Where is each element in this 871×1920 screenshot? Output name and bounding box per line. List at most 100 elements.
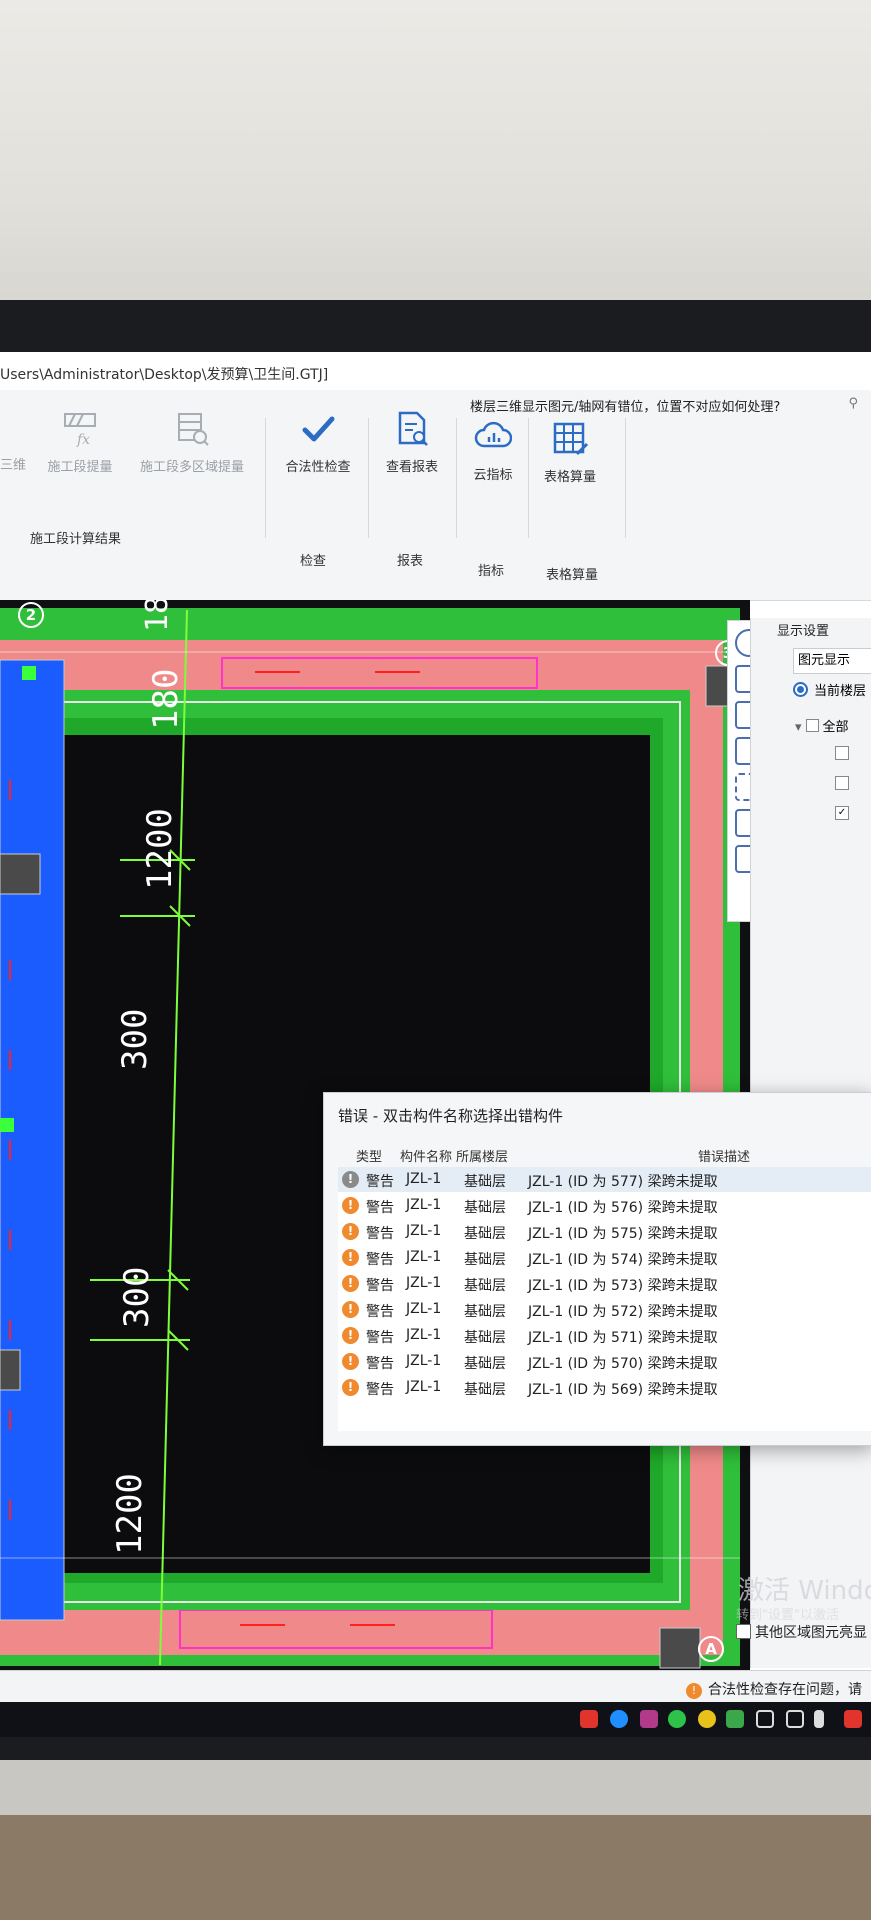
group-label-report: 报表 <box>397 554 424 569</box>
table-row[interactable]: ! 警告 JZL-1 基础层 JZL-1 (ID 为 569) 梁跨未提取 <box>338 1375 871 1400</box>
warning-icon: ! <box>342 1197 359 1214</box>
table-header: 类型 构件名称 所属楼层 错误描述 <box>338 1143 871 1168</box>
ribbon-button-3d[interactable]: 三维 <box>0 454 26 473</box>
tab-element-display[interactable]: 图元显示 <box>793 648 871 674</box>
radio-current-floor[interactable]: 当前楼层 <box>793 680 866 699</box>
ribbon-button-stage-quantity[interactable]: fx 施工段提量 <box>40 410 120 475</box>
col-desc: 错误描述 <box>698 1150 751 1165</box>
row-name[interactable]: JZL-1 <box>406 1301 441 1317</box>
row-floor: 基础层 <box>464 1200 506 1216</box>
ribbon-button-label: 合法性检查 <box>285 460 351 475</box>
row-desc: JZL-1 (ID 为 572) 梁跨未提取 <box>528 1304 718 1320</box>
other-area-highlight-checkbox[interactable]: 其他区域图元亮显 <box>736 1622 867 1642</box>
nvidia-icon[interactable] <box>726 1710 744 1728</box>
table-row[interactable]: ! 警告 JZL-1 基础层 JZL-1 (ID 为 572) 梁跨未提取 <box>338 1297 871 1322</box>
ribbon-button-stage-multi-area[interactable]: 施工段多区域提量 <box>130 410 254 475</box>
cloud-chart-icon <box>474 421 512 448</box>
row-name[interactable]: JZL-1 <box>406 1197 441 1213</box>
tree-checkbox-checked[interactable]: ✓ <box>835 806 849 820</box>
row-desc: JZL-1 (ID 为 574) 梁跨未提取 <box>528 1252 718 1268</box>
row-name[interactable]: JZL-1 <box>406 1379 441 1395</box>
table-row[interactable]: ! 警告 JZL-1 基础层 JZL-1 (ID 为 576) 梁跨未提取 <box>338 1193 871 1218</box>
help-question-text: 楼层三维显示图元/轴网有错位，位置不对应如何处理? <box>470 400 781 415</box>
checkbox-icon <box>736 1624 751 1639</box>
row-name[interactable]: JZL-1 <box>406 1275 441 1291</box>
ribbon-button-label: 查看报表 <box>385 460 438 475</box>
fx-formula-icon: fx <box>64 413 96 448</box>
tray-browser-icon[interactable] <box>610 1710 628 1728</box>
warning-icon: ! <box>342 1379 359 1396</box>
row-floor: 基础层 <box>464 1278 506 1294</box>
activation-watermark-hint: 转到"设置"以激活 <box>736 1608 839 1623</box>
status-text: 合法性检查存在问题，请 <box>708 1682 862 1698</box>
search-icon[interactable]: ⚲ <box>848 396 858 411</box>
tree-checkbox[interactable] <box>835 776 849 790</box>
row-type: 警告 <box>366 1252 394 1268</box>
ribbon-button-legality-check[interactable]: 合法性检查 <box>275 410 361 475</box>
tray-app-icon[interactable] <box>640 1710 658 1728</box>
tray-arrow-icon[interactable] <box>814 1710 824 1728</box>
group-label-index: 指标 <box>478 564 505 579</box>
col-floor: 所属楼层 <box>456 1150 509 1165</box>
activation-watermark: 激活 Windo <box>738 1576 871 1606</box>
network-icon[interactable] <box>786 1710 804 1728</box>
table-row[interactable]: ! 警告 JZL-1 基础层 JZL-1 (ID 为 577) 梁跨未提取 <box>338 1167 871 1192</box>
ribbon-divider <box>625 418 626 538</box>
dialog-title: 错误 - 双击构件名称选择出错构件 <box>338 1107 563 1125</box>
ribbon-button-label: 三维 <box>0 458 27 473</box>
group-label-check: 检查 <box>300 554 327 569</box>
ribbon-button-label: 施工段多区域提量 <box>139 460 244 475</box>
tree-root-all[interactable]: ▾ 全部 <box>795 716 849 735</box>
row-name[interactable]: JZL-1 <box>406 1223 441 1239</box>
row-type: 警告 <box>366 1382 394 1398</box>
ribbon-button-label: 表格算量 <box>543 470 596 485</box>
dimension-300-lower: 300 <box>117 1266 157 1328</box>
ribbon-button-cloud-index[interactable]: 云指标 <box>462 418 524 483</box>
warning-icon: ! <box>342 1223 359 1240</box>
table-row[interactable]: ! 警告 JZL-1 基础层 JZL-1 (ID 为 570) 梁跨未提取 <box>338 1349 871 1374</box>
status-bar: ! 合法性检查存在问题，请 <box>0 1670 871 1703</box>
row-floor: 基础层 <box>464 1382 506 1398</box>
wechat-icon[interactable] <box>668 1710 686 1728</box>
row-type: 警告 <box>366 1304 394 1320</box>
warning-icon: ! <box>342 1275 359 1292</box>
radio-label: 当前楼层 <box>814 684 867 699</box>
checkmark-icon <box>302 416 335 442</box>
tree-root-label: 全部 <box>822 720 849 735</box>
row-desc: JZL-1 (ID 为 570) 梁跨未提取 <box>528 1356 718 1372</box>
row-desc: JZL-1 (ID 为 573) 梁跨未提取 <box>528 1278 718 1294</box>
ribbon-divider <box>456 418 457 538</box>
room-wall-background <box>0 0 871 330</box>
group-label-stage-results: 施工段计算结果 <box>30 532 122 547</box>
error-list: ! 警告 JZL-1 基础层 JZL-1 (ID 为 577) 梁跨未提取 ! … <box>338 1167 871 1431</box>
ribbon-button-view-report[interactable]: 查看报表 <box>376 410 448 475</box>
tray-app-icon[interactable] <box>844 1710 862 1728</box>
warning-icon: ! <box>342 1353 359 1370</box>
tree-checkbox[interactable] <box>835 746 849 760</box>
table-row[interactable]: ! 警告 JZL-1 基础层 JZL-1 (ID 为 571) 梁跨未提取 <box>338 1323 871 1348</box>
col-name: 构件名称 <box>400 1150 453 1165</box>
help-search-box[interactable]: 楼层三维显示图元/轴网有错位，位置不对应如何处理? ⚲ <box>470 396 870 422</box>
axis-bubble-right-letter: A <box>698 1636 724 1662</box>
col-type: 类型 <box>356 1150 383 1165</box>
table-row[interactable]: ! 警告 JZL-1 基础层 JZL-1 (ID 为 573) 梁跨未提取 <box>338 1271 871 1296</box>
axis-bubble-top-left: 2 <box>18 602 44 628</box>
ribbon-divider <box>265 418 266 538</box>
warning-icon: ! <box>686 1683 702 1699</box>
tray-plus-icon[interactable] <box>698 1710 716 1728</box>
row-name[interactable]: JZL-1 <box>406 1327 441 1343</box>
row-name[interactable]: JZL-1 <box>406 1353 441 1369</box>
row-name[interactable]: JZL-1 <box>406 1171 441 1187</box>
ribbon-button-table-quantity[interactable]: 表格算量 <box>534 420 606 485</box>
row-type: 警告 <box>366 1174 394 1190</box>
row-floor: 基础层 <box>464 1252 506 1268</box>
error-dialog: 错误 - 双击构件名称选择出错构件 类型 构件名称 所属楼层 错误描述 ! 警告… <box>323 1092 871 1446</box>
table-row[interactable]: ! 警告 JZL-1 基础层 JZL-1 (ID 为 575) 梁跨未提取 <box>338 1219 871 1244</box>
tray-app-icon[interactable] <box>580 1710 598 1728</box>
table-row[interactable]: ! 警告 JZL-1 基础层 JZL-1 (ID 为 574) 梁跨未提取 <box>338 1245 871 1270</box>
volume-icon[interactable] <box>756 1710 774 1728</box>
status-message[interactable]: ! 合法性检查存在问题，请 <box>686 1679 862 1699</box>
ribbon-divider <box>528 418 529 538</box>
dimension-1200-top: 1200 <box>140 808 180 890</box>
row-name[interactable]: JZL-1 <box>406 1249 441 1265</box>
